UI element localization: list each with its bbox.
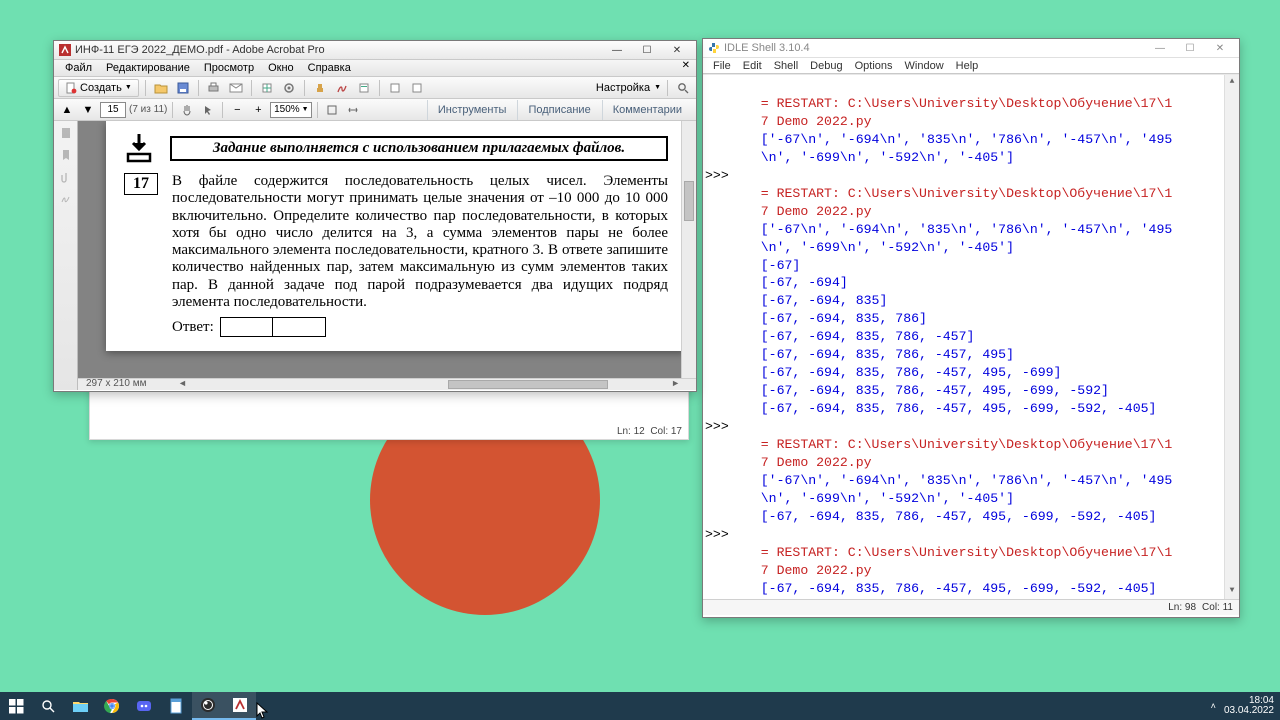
idle-col-label: Col: 11 [1202,602,1233,613]
settings-label[interactable]: Настройка [596,82,650,94]
hand-tool-icon[interactable] [178,101,196,119]
create-button[interactable]: Создать▼ [58,79,139,97]
attachments-icon[interactable] [58,169,74,185]
acrobat-toolbar-1: Создать▼ Настройка▼ [54,77,696,99]
acrobat-sidebar [54,121,78,390]
idle-close-button[interactable]: ✕ [1205,39,1235,57]
gear-icon[interactable] [280,79,298,97]
sign-icon[interactable] [333,79,351,97]
menu-file[interactable]: Файл [58,61,99,75]
answer-boxes [220,317,326,337]
zoom-level[interactable]: 150%▼ [270,102,312,118]
idle-menu-shell[interactable]: Shell [768,59,804,73]
fit-width-icon[interactable] [344,101,362,119]
menu-edit[interactable]: Редактирование [99,61,197,75]
page-down-icon[interactable]: ▼ [79,101,97,119]
acrobat-taskbar-icon[interactable] [224,692,256,720]
idle-window: IDLE Shell 3.10.4 — ☐ ✕ File Edit Shell … [702,38,1240,618]
idle-menu-file[interactable]: File [707,59,737,73]
scrollbar-thumb[interactable] [684,181,694,221]
menu-window[interactable]: Окно [261,61,301,75]
start-button[interactable] [0,692,32,720]
close-button[interactable]: ✕ [662,41,692,59]
search-icon[interactable] [674,79,692,97]
scroll-down-icon[interactable]: ▼ [1225,584,1239,599]
thumbnails-icon[interactable] [58,125,74,141]
maximize-button[interactable]: ☐ [632,41,662,59]
explorer-icon[interactable] [64,692,96,720]
minimize-button[interactable]: — [602,41,632,59]
page-count-label: (7 из 11) [129,104,167,115]
panel-tools[interactable]: Инструменты [427,100,517,120]
discord-icon[interactable] [128,692,160,720]
idle-shell-output[interactable]: = RESTART: C:\Users\University\Desktop\О… [703,74,1239,599]
idle-menu-window[interactable]: Window [899,59,950,73]
taskbar: ˄ 18:04 03.04.2022 [0,692,1280,720]
page-viewport[interactable]: Задание выполняется с использованием при… [78,121,696,390]
task-number: 17 [124,173,158,195]
mail-icon[interactable] [227,79,245,97]
clock[interactable]: 18:04 03.04.2022 [1224,696,1274,717]
select-tool-icon[interactable] [199,101,217,119]
idle-menu-edit[interactable]: Edit [737,59,768,73]
horizontal-scrollbar[interactable]: 297 x 210 мм ◄ ► [78,378,696,390]
tool-extra-2-icon[interactable] [408,79,426,97]
acrobat-menubar: Файл Редактирование Просмотр Окно Справк… [54,60,696,77]
task-title: Задание выполняется с использованием при… [170,136,668,161]
page-dimensions: 297 x 210 мм [86,378,146,389]
tool-extra-1-icon[interactable] [386,79,404,97]
zoom-in-icon[interactable]: + [249,101,267,119]
idle-menu-options[interactable]: Options [849,59,899,73]
save-icon[interactable] [174,79,192,97]
idle-maximize-button[interactable]: ☐ [1175,39,1205,57]
acrobat-title: ИНФ-11 ЕГЭ 2022_ДЕМО.pdf - Adobe Acrobat… [75,44,602,56]
idle-app-icon [707,42,720,55]
answer-label: Ответ: [172,319,214,336]
idle-statusbar: Ln: 98 Col: 11 [703,599,1239,615]
slide-status: Ln: 12 Col: 17 [617,426,682,437]
h-scrollbar-thumb[interactable] [448,380,608,389]
tray-chevron-icon[interactable]: ˄ [1211,701,1216,711]
fit-page-icon[interactable] [323,101,341,119]
menu-view[interactable]: Просмотр [197,61,261,75]
vertical-scrollbar[interactable] [681,121,696,378]
idle-titlebar[interactable]: IDLE Shell 3.10.4 — ☐ ✕ [703,39,1239,58]
export-icon[interactable] [258,79,276,97]
idle-menubar: File Edit Shell Debug Options Window Hel… [703,58,1239,74]
idle-line-label: Ln: 98 [1168,602,1196,613]
print-icon[interactable] [205,79,223,97]
download-icon [124,131,154,165]
pdf-page: Задание выполняется с использованием при… [106,121,686,351]
panel-comments[interactable]: Комментарии [602,100,692,120]
search-button[interactable] [32,692,64,720]
notepad-icon[interactable] [160,692,192,720]
obs-icon[interactable] [192,692,224,720]
zoom-out-icon[interactable]: − [228,101,246,119]
idle-scrollbar[interactable]: ▲ ▼ [1224,75,1239,599]
stamp-icon[interactable] [311,79,329,97]
page-number-input[interactable] [100,102,126,118]
acrobat-toolbar-2: ▲ ▼ (7 из 11) − + 150%▼ Инструменты Подп… [54,99,696,121]
idle-menu-debug[interactable]: Debug [804,59,848,73]
open-icon[interactable] [152,79,170,97]
chrome-icon[interactable] [96,692,128,720]
acrobat-app-icon [58,44,71,57]
signatures-icon[interactable] [58,191,74,207]
scroll-up-icon[interactable]: ▲ [1225,75,1239,90]
form-icon[interactable] [355,79,373,97]
bookmarks-icon[interactable] [58,147,74,163]
acrobat-window: ИНФ-11 ЕГЭ 2022_ДЕМО.pdf - Adobe Acrobat… [53,40,697,392]
system-tray[interactable]: ˄ 18:04 03.04.2022 [1211,696,1280,717]
idle-title: IDLE Shell 3.10.4 [724,42,1145,54]
page-up-icon[interactable]: ▲ [58,101,76,119]
task-text: В файле содержится последовательность це… [172,173,668,311]
acrobat-titlebar[interactable]: ИНФ-11 ЕГЭ 2022_ДЕМО.pdf - Adobe Acrobat… [54,41,696,60]
idle-minimize-button[interactable]: — [1145,39,1175,57]
idle-menu-help[interactable]: Help [950,59,985,73]
menubar-close-icon[interactable]: ✕ [678,60,694,71]
panel-sign[interactable]: Подписание [517,100,600,120]
menu-help[interactable]: Справка [301,61,358,75]
